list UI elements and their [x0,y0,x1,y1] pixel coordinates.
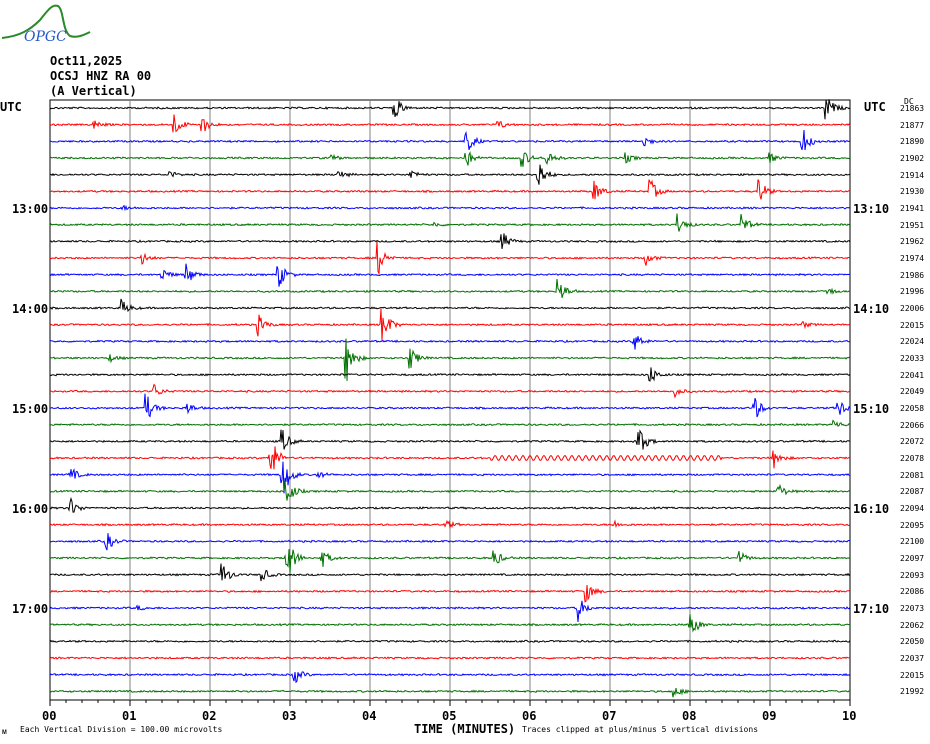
x-tick-label: 08 [682,709,697,723]
dc-offset-label: 22093 [900,570,925,580]
x-tick-label: 09 [762,709,777,723]
dc-offset-label: 21877 [900,120,925,130]
dc-offset-label: 22094 [900,504,925,513]
dc-offset-label: 22037 [900,654,925,663]
right-hour-label: 13:10 [853,202,890,216]
dc-offset-label: 22015 [900,320,925,330]
x-tick-label: 01 [122,709,137,723]
dc-offset-label: 22062 [900,620,925,630]
right-hour-label: 16:10 [853,502,890,516]
x-tick-label: 03 [282,709,297,723]
dc-offset-label: 22024 [900,337,925,347]
dc-offset-label: 21941 [900,204,925,213]
dc-offset-label: 21962 [900,237,925,247]
x-tick-label: 00 [42,709,57,723]
dc-offset-label: 21986 [900,270,925,280]
dc-offset-label: 22086 [900,587,925,597]
left-hour-label: 15:00 [12,402,49,416]
dc-offset-label: 21992 [900,687,925,697]
dc-offset-label: 22100 [900,537,925,547]
dc-offset-label: 21890 [900,137,925,147]
x-tick-label: 07 [602,709,617,723]
helicorder-plot [49,99,851,706]
dc-offset-label: 22072 [900,437,925,447]
dc-offset-label: 22087 [900,487,925,497]
scale-note: Each Vertical Division = 100.00 microvol… [20,725,223,734]
right-hour-label: 15:10 [853,402,890,416]
dc-offset-label: 21930 [900,187,925,197]
dc-offset-label: 22049 [900,387,925,397]
left-hour-label: 14:00 [12,302,49,316]
dc-offset-label: 21951 [900,220,925,230]
left-hour-label: 17:00 [12,602,49,616]
dc-offset-label: 22050 [900,637,925,647]
right-hour-label: 17:10 [853,602,890,616]
dc-offset-label: 22081 [900,470,925,480]
dc-offset-label: 22058 [900,404,925,413]
dc-offset-label: 22073 [900,604,925,613]
clip-note: Traces clipped at plus/minus 5 vertical … [522,725,759,734]
dc-offset-label: 22078 [900,454,925,463]
x-axis-label: TIME (MINUTES) [414,722,516,736]
x-tick-label: 06 [522,709,537,723]
x-tick-label: 05 [442,709,457,723]
dc-offset-label: 21974 [900,254,925,263]
dc-offset-label: 21902 [900,154,925,163]
x-tick-label: 04 [362,709,377,723]
corner-mark: ᴍ [2,727,7,736]
left-hour-label: 13:00 [12,202,49,216]
right-hour-label: 14:10 [853,302,890,316]
dc-offset-label: 21914 [900,170,925,180]
dc-offset-label: 21863 [900,104,925,113]
x-tick-label: 10 [842,709,857,723]
left-hour-label: 16:00 [12,502,49,516]
dc-offset-label: 22015 [900,670,925,680]
dc-offset-label: 22041 [900,370,925,380]
dc-offset-label: 22095 [900,520,925,530]
dc-offset-label: 22097 [900,554,925,563]
dc-offset-label: 21996 [900,287,925,297]
x-tick-label: 02 [202,709,217,723]
dc-offset-label: 22006 [900,304,925,313]
dc-offset-label: 22033 [900,354,925,363]
dc-offset-label: 22066 [900,420,925,430]
